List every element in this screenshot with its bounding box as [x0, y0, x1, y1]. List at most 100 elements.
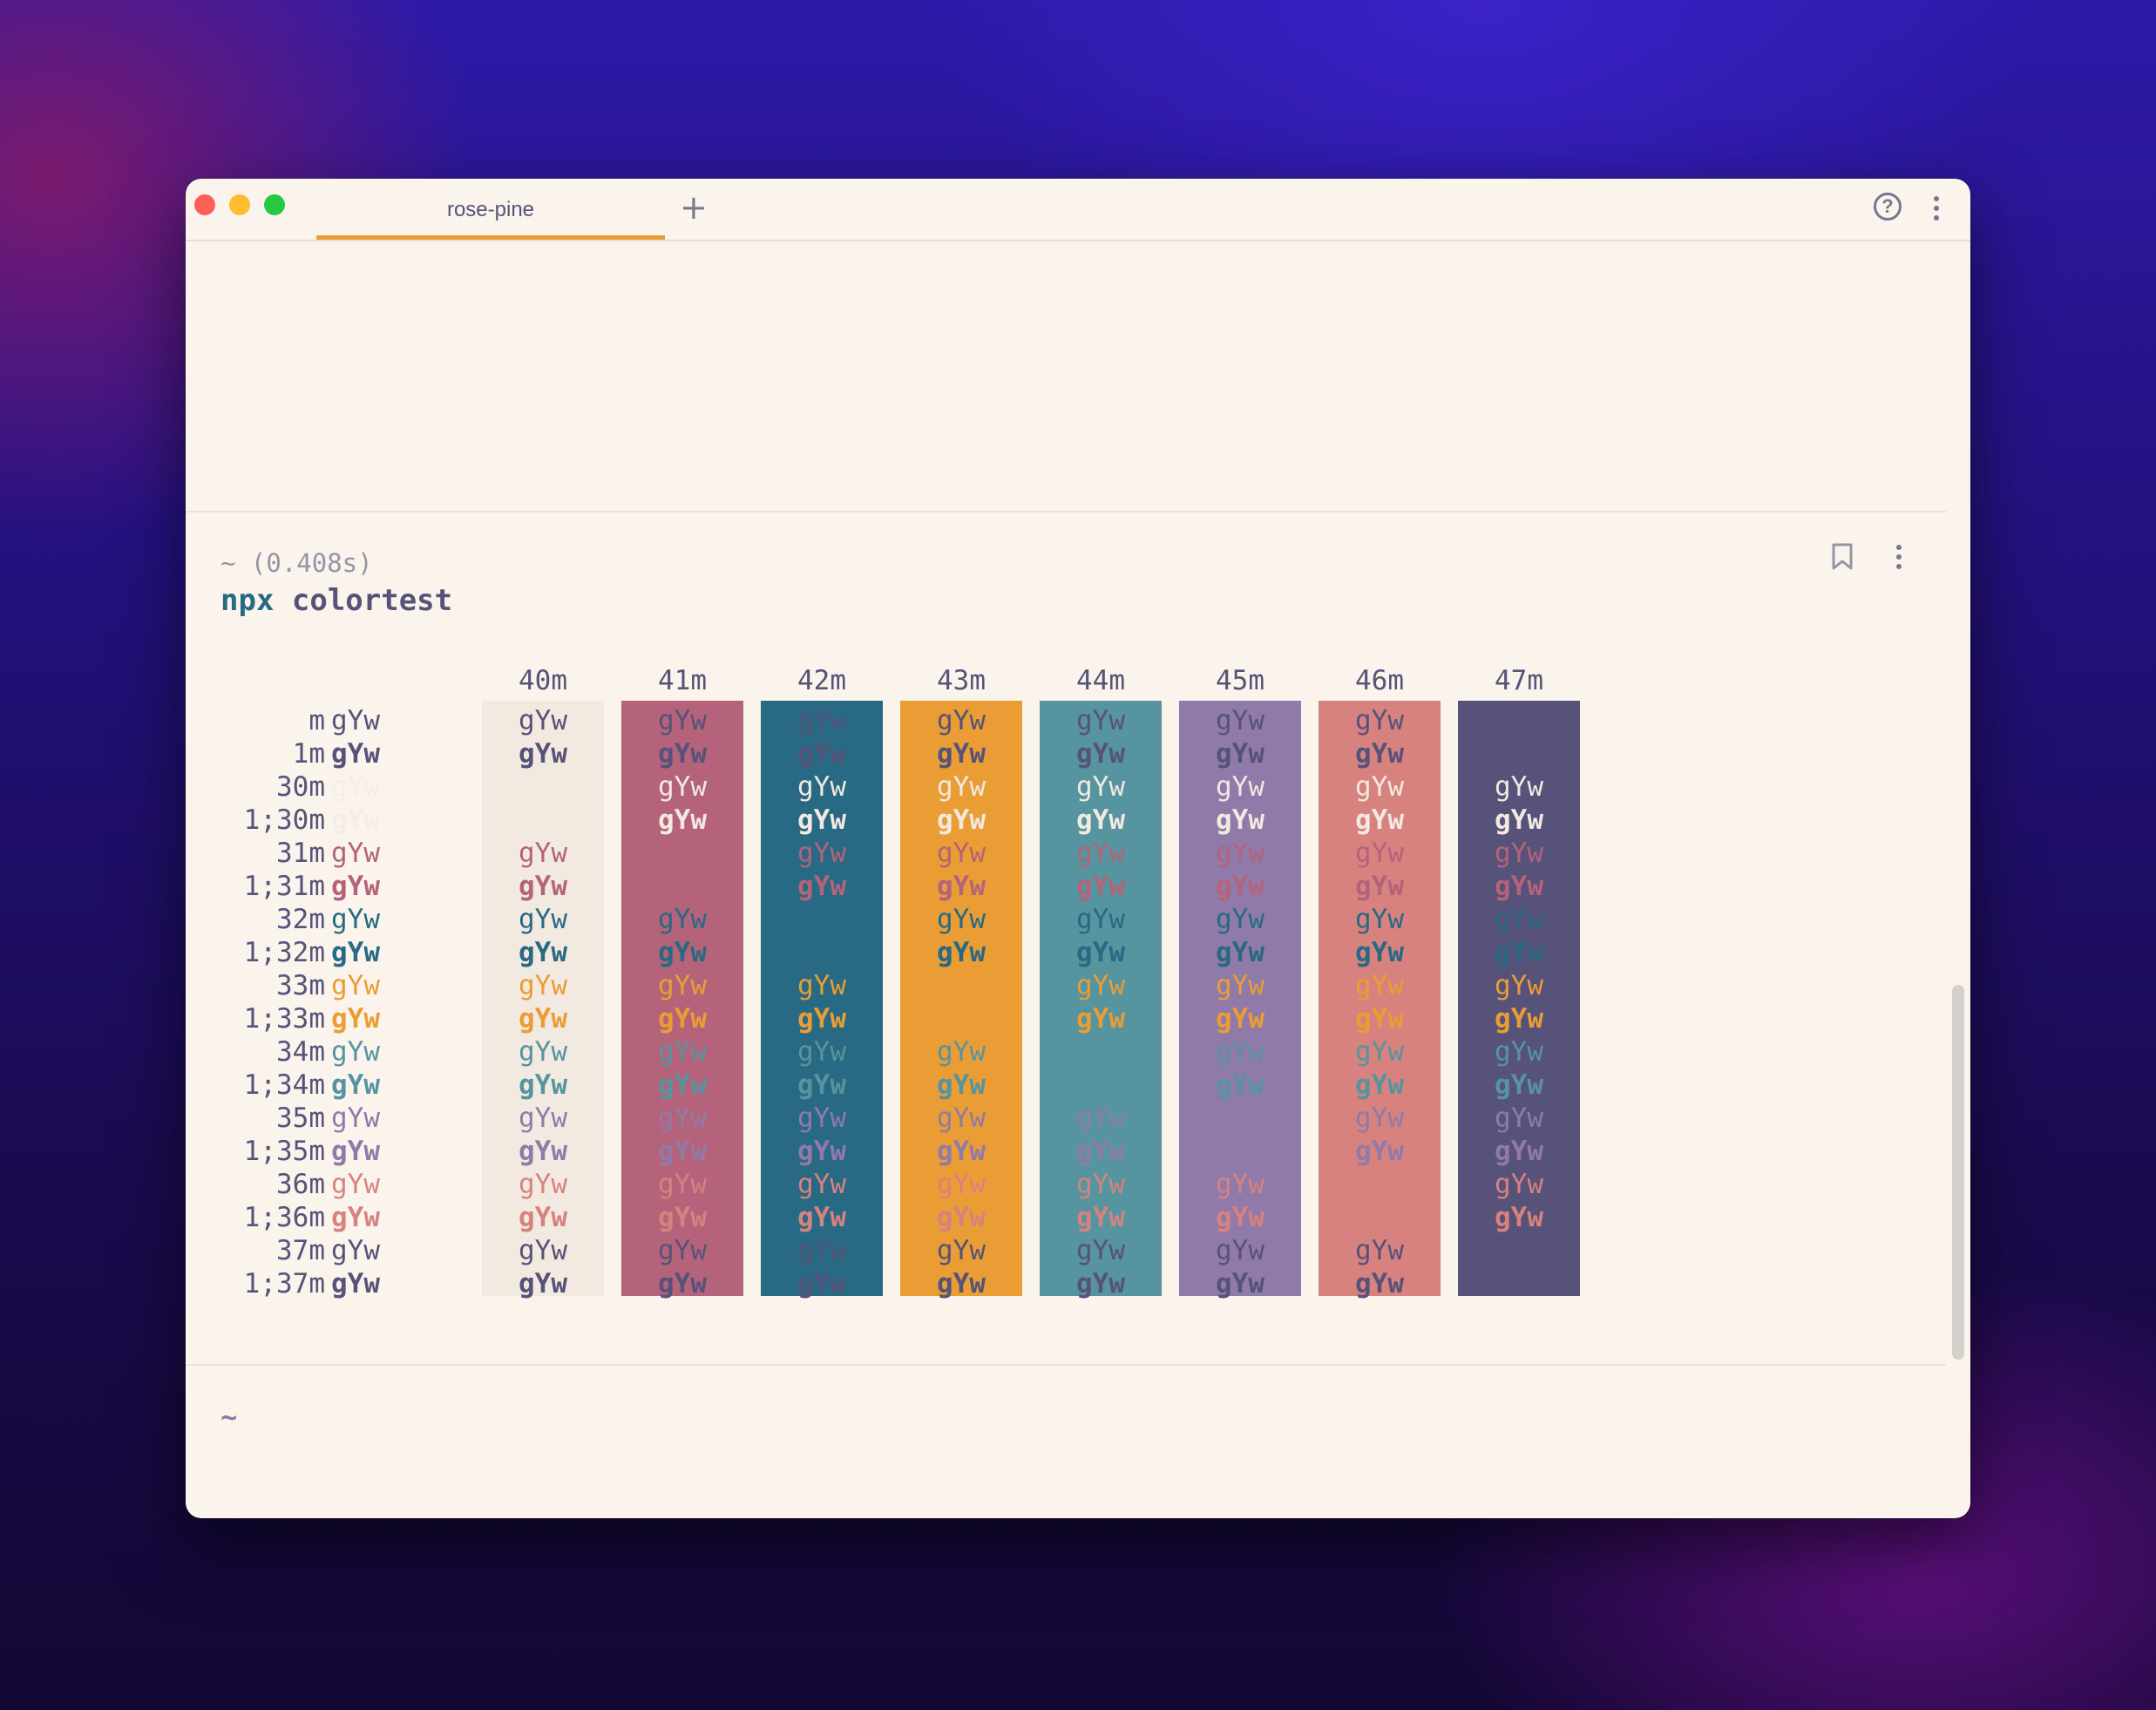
color-sample: gYw: [1355, 970, 1404, 1001]
color-sample: gYw: [331, 970, 380, 1001]
help-icon[interactable]: ?: [1874, 193, 1902, 221]
color-sample: gYw: [797, 804, 846, 836]
color-sample: gYw: [1216, 1235, 1264, 1266]
minimize-window-button[interactable]: [229, 194, 250, 215]
color-sample: gYw: [1495, 1202, 1543, 1233]
color-sample: gYw: [519, 1136, 567, 1167]
column-header: 44m: [1076, 665, 1125, 696]
color-sample: gYw: [1076, 838, 1125, 869]
color-sample: gYw: [1216, 937, 1264, 968]
color-sample: gYw: [937, 804, 986, 836]
input-prompt: ~: [220, 1401, 238, 1434]
color-sample: gYw: [1076, 1136, 1125, 1167]
color-sample: gYw: [1495, 904, 1543, 935]
color-sample: gYw: [937, 705, 986, 736]
close-window-button[interactable]: [194, 194, 215, 215]
color-sample: gYw: [797, 1103, 846, 1134]
color-sample: gYw: [797, 1268, 846, 1299]
color-sample: gYw: [1355, 937, 1404, 968]
color-sample: gYw: [331, 804, 380, 836]
color-sample: gYw: [1076, 705, 1125, 736]
color-sample: gYw: [937, 871, 986, 902]
color-sample: gYw: [1216, 1268, 1264, 1299]
zoom-window-button[interactable]: [264, 194, 285, 215]
color-sample: gYw: [797, 771, 846, 803]
color-sample: gYw: [797, 1003, 846, 1035]
scrollbar[interactable]: [1952, 985, 1964, 1360]
color-sample: gYw: [658, 771, 707, 803]
color-sample: gYw: [797, 738, 846, 770]
color-sample: gYw: [658, 1136, 707, 1167]
color-sample: gYw: [937, 1069, 986, 1101]
command-args: colortest: [274, 583, 453, 618]
color-sample: gYw: [1076, 738, 1125, 770]
color-sample: gYw: [937, 838, 986, 869]
column-header: 45m: [1216, 665, 1264, 696]
color-sample: gYw: [658, 1268, 707, 1299]
color-sample: gYw: [519, 871, 567, 902]
block-menu-icon[interactable]: [1896, 545, 1902, 573]
color-sample: gYw: [1355, 838, 1404, 869]
tab-label: rose-pine: [446, 198, 535, 221]
block-divider-top: [186, 511, 1946, 512]
color-sample: gYw: [1355, 1235, 1404, 1266]
color-sample: gYw: [797, 838, 846, 869]
color-sample: gYw: [658, 1003, 707, 1035]
color-sample: gYw: [658, 705, 707, 736]
window-menu-icon[interactable]: [1934, 196, 1939, 225]
color-sample: gYw: [658, 738, 707, 770]
color-sample: gYw: [1076, 871, 1125, 902]
color-sample: gYw: [331, 1069, 380, 1101]
color-sample: gYw: [331, 838, 380, 869]
color-sample: gYw: [1076, 970, 1125, 1001]
block-prompt: ~ (0.408s): [220, 548, 373, 578]
color-sample: gYw: [1076, 1169, 1125, 1200]
bookmark-icon[interactable]: [1831, 543, 1854, 574]
color-sample: gYw: [937, 771, 986, 803]
color-sample: gYw: [331, 1235, 380, 1266]
title-bar: rose-pine + ?: [186, 179, 1970, 241]
color-sample: gYw: [1216, 1069, 1264, 1101]
color-sample: gYw: [519, 1235, 567, 1266]
color-sample: gYw: [1495, 1103, 1543, 1134]
color-sample: gYw: [1495, 804, 1543, 836]
color-sample: gYw: [658, 1103, 707, 1134]
color-sample: gYw: [937, 738, 986, 770]
color-sample: gYw: [519, 1003, 567, 1035]
color-sample: gYw: [1355, 871, 1404, 902]
color-sample: gYw: [937, 1235, 986, 1266]
color-sample: gYw: [1495, 705, 1543, 736]
color-sample: gYw: [1355, 1036, 1404, 1068]
color-sample: gYw: [1216, 771, 1264, 803]
color-sample: gYw: [1216, 1169, 1264, 1200]
color-sample: gYw: [937, 904, 986, 935]
color-sample: gYw: [658, 937, 707, 968]
color-sample: gYw: [1216, 904, 1264, 935]
color-sample: gYw: [519, 904, 567, 935]
color-sample: gYw: [1355, 1069, 1404, 1101]
new-tab-button[interactable]: +: [680, 191, 708, 224]
color-sample: gYw: [1216, 871, 1264, 902]
color-sample: gYw: [937, 1036, 986, 1068]
column-header: 46m: [1355, 665, 1404, 696]
color-sample: gYw: [331, 1268, 380, 1299]
color-sample: gYw: [1216, 705, 1264, 736]
color-sample: gYw: [1355, 1136, 1404, 1167]
color-sample: gYw: [331, 904, 380, 935]
tab-rose-pine[interactable]: rose-pine: [316, 179, 665, 240]
color-sample: gYw: [1495, 1069, 1543, 1101]
color-sample: gYw: [519, 1036, 567, 1068]
color-sample: gYw: [331, 738, 380, 770]
column-header: 40m: [519, 665, 567, 696]
column-header: 42m: [797, 665, 846, 696]
color-sample: gYw: [1076, 771, 1125, 803]
block-command: npx colortest: [220, 583, 452, 618]
color-sample: gYw: [331, 1103, 380, 1134]
color-sample: gYw: [797, 970, 846, 1001]
color-sample: gYw: [519, 1103, 567, 1134]
color-sample: gYw: [1355, 904, 1404, 935]
color-sample: gYw: [1076, 1003, 1125, 1035]
color-sample: gYw: [937, 1268, 986, 1299]
color-sample: gYw: [519, 1069, 567, 1101]
color-sample: gYw: [1216, 738, 1264, 770]
